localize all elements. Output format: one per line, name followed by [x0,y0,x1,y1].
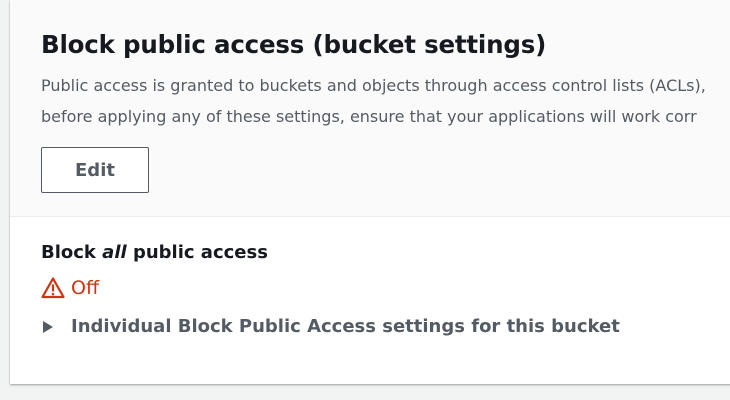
block-all-label-suffix: public access [126,242,268,263]
panel-content: Block all public access Off Individual B… [41,242,620,340]
block-all-label-emphasis: all [102,242,127,263]
individual-settings-expander[interactable]: Individual Block Public Access settings … [41,312,620,340]
block-all-label-prefix: Block [41,242,103,263]
caret-right-icon [41,319,55,333]
description-line-1: Public access is granted to buckets and … [41,76,706,95]
status-text: Off [71,277,100,299]
section-title: Block public access (bucket settings) [41,30,547,59]
block-public-access-panel: Block public access (bucket settings) Pu… [10,0,730,384]
warning-icon [41,276,65,300]
block-all-status: Off [41,272,620,304]
panel-header: Block public access (bucket settings) Pu… [10,0,730,217]
section-description: Public access is granted to buckets and … [41,70,730,132]
edit-button[interactable]: Edit [41,147,149,193]
description-line-2: before applying any of these settings, e… [41,107,697,126]
block-all-label: Block all public access [41,242,620,272]
individual-settings-label: Individual Block Public Access settings … [71,315,620,337]
